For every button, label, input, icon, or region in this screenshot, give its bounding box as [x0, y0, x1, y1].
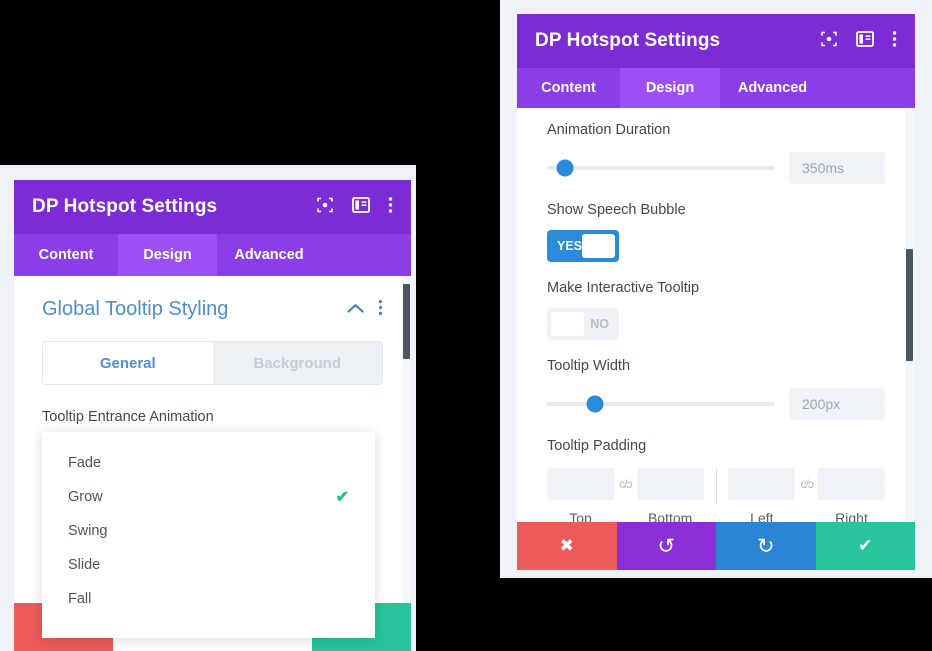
- panel-layout-icon[interactable]: [856, 30, 874, 52]
- overflow-menu-icon[interactable]: [388, 196, 393, 219]
- focus-target-icon[interactable]: [820, 30, 838, 53]
- tooltip-entrance-animation-label: Tooltip Entrance Animation: [42, 409, 214, 425]
- right-panel-action-bar: ✖ ↺ ↻ ✔: [517, 522, 915, 570]
- global-tooltip-styling-section-header[interactable]: Global Tooltip Styling: [42, 276, 383, 321]
- padding-right-cell: Right: [818, 468, 885, 522]
- segment-general[interactable]: General: [43, 342, 213, 384]
- animation-duration-label: Animation Duration: [547, 122, 671, 138]
- dropdown-option-label: Swing: [68, 523, 108, 539]
- tab-design[interactable]: Design: [118, 234, 217, 276]
- link-top-bottom-icon[interactable]: c/ɔ: [614, 468, 637, 500]
- dropdown-option-label: Slide: [68, 557, 101, 573]
- left-panel-scrollbar-thumb[interactable]: [403, 284, 410, 359]
- left-panel-scrollbar-track[interactable]: [402, 276, 411, 651]
- dropdown-option-fall[interactable]: Fall: [42, 582, 375, 616]
- left-header-icon-group: [316, 196, 393, 219]
- left-panel-title: DP Hotspot Settings: [32, 196, 218, 217]
- dropdown-option-grow[interactable]: Grow ✔: [42, 480, 375, 514]
- dropdown-option-slide[interactable]: Slide: [42, 548, 375, 582]
- right-panel-tabbar: Content Design Advanced: [517, 68, 915, 108]
- animation-duration-slider[interactable]: [547, 159, 775, 177]
- animation-options-dropdown: Fade Grow ✔ Swing Slide Fall: [42, 432, 375, 638]
- padding-bottom-cell: Bottom: [636, 468, 704, 522]
- section-title: Global Tooltip Styling: [42, 298, 229, 320]
- section-header-icon-group: [347, 299, 383, 321]
- toggle-state-label: NO: [590, 317, 609, 331]
- tab-advanced[interactable]: Advanced: [217, 234, 321, 276]
- tooltip-width-slider-knob[interactable]: [586, 395, 604, 413]
- make-interactive-tooltip-toggle[interactable]: NO: [547, 308, 619, 340]
- right-panel-scrollbar-thumb[interactable]: [906, 249, 913, 361]
- left-panel-tabbar: Content Design Advanced: [14, 234, 411, 276]
- panel-layout-icon[interactable]: [352, 196, 370, 218]
- segment-background[interactable]: Background: [212, 342, 382, 384]
- styling-segmented-control: General Background: [42, 341, 383, 385]
- padding-top-cell: Top: [547, 468, 614, 522]
- right-panel-scrollbar-track[interactable]: [905, 108, 915, 522]
- left-panel-header: DP Hotspot Settings: [14, 180, 411, 234]
- padding-right-caption: Right: [835, 510, 868, 522]
- tooltip-padding-label: Tooltip Padding: [547, 438, 647, 454]
- dropdown-option-label: Grow: [68, 489, 103, 505]
- make-interactive-tooltip-label: Make Interactive Tooltip: [547, 280, 700, 296]
- padding-right-input[interactable]: [818, 468, 885, 500]
- dropdown-option-swing[interactable]: Swing: [42, 514, 375, 548]
- show-speech-bubble-label: Show Speech Bubble: [547, 202, 686, 218]
- padding-left-caption: Left: [750, 510, 774, 522]
- link-left-right-icon[interactable]: c/ɔ: [795, 468, 818, 500]
- tooltip-width-slider[interactable]: [547, 395, 775, 413]
- tab-advanced[interactable]: Advanced: [720, 68, 825, 108]
- toggle-knob: [582, 234, 615, 258]
- padding-left-cell: Left: [728, 468, 796, 522]
- right-settings-panel: DP Hotspot Settings Content Design Advan…: [517, 14, 915, 570]
- dropdown-option-fade[interactable]: Fade: [42, 446, 375, 480]
- tab-content[interactable]: Content: [14, 234, 118, 276]
- animation-duration-row: 350ms: [547, 152, 885, 184]
- tooltip-width-value[interactable]: 200px: [789, 388, 885, 420]
- overflow-menu-icon[interactable]: [378, 299, 383, 321]
- right-panel-title: DP Hotspot Settings: [535, 30, 721, 51]
- right-panel-body: Animation Duration 350ms Show Speech Bub…: [517, 108, 915, 522]
- redo-button[interactable]: ↻: [716, 522, 816, 570]
- padding-top-caption: Top: [569, 510, 592, 522]
- padding-top-input[interactable]: [547, 468, 614, 500]
- animation-duration-slider-knob[interactable]: [556, 159, 574, 177]
- focus-target-icon[interactable]: [316, 196, 334, 219]
- padding-bottom-input[interactable]: [636, 468, 704, 500]
- tab-design[interactable]: Design: [620, 68, 720, 108]
- padding-left-input[interactable]: [728, 468, 796, 500]
- undo-button[interactable]: ↺: [616, 522, 716, 570]
- cancel-button[interactable]: ✖: [517, 522, 617, 570]
- tooltip-padding-inputs: Top c/ɔ Bottom Left c/ɔ Right: [547, 468, 885, 522]
- tooltip-width-row: 200px: [547, 388, 885, 420]
- save-button[interactable]: ✔: [815, 522, 915, 570]
- padding-bottom-caption: Bottom: [647, 510, 693, 522]
- animation-duration-value[interactable]: 350ms: [789, 152, 885, 184]
- dropdown-option-label: Fade: [68, 455, 102, 471]
- tooltip-width-label: Tooltip Width: [547, 358, 631, 374]
- check-icon: ✔: [335, 489, 349, 506]
- chevron-up-icon[interactable]: [347, 301, 364, 319]
- dropdown-option-label: Fall: [68, 591, 92, 607]
- toggle-knob: [551, 312, 584, 336]
- show-speech-bubble-toggle[interactable]: YES: [547, 230, 619, 262]
- padding-group-divider: [715, 468, 717, 504]
- right-panel-header: DP Hotspot Settings: [517, 14, 915, 68]
- right-header-icon-group: [820, 30, 897, 53]
- tab-content[interactable]: Content: [517, 68, 620, 108]
- overflow-menu-icon[interactable]: [892, 30, 897, 53]
